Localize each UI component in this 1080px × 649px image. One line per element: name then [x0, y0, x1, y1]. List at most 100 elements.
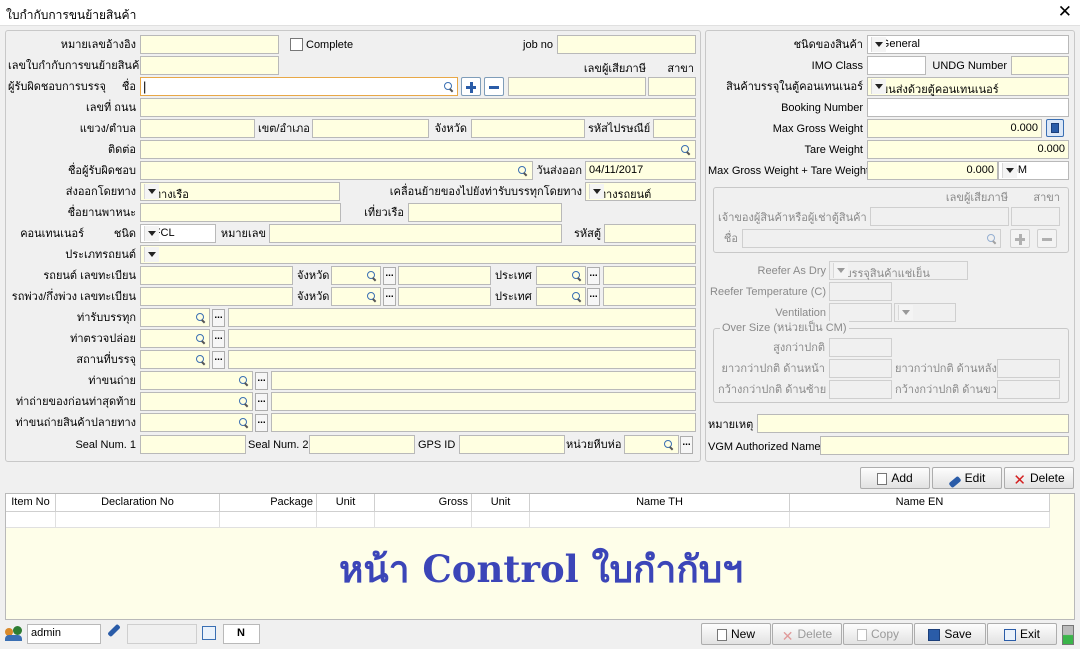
- export-by-select[interactable]: 1-ทางเรือ: [140, 182, 340, 201]
- postcode-input[interactable]: [653, 119, 696, 138]
- rear-input[interactable]: [997, 359, 1060, 378]
- packing-place-name[interactable]: [228, 350, 696, 369]
- car-province-name[interactable]: [398, 266, 491, 285]
- responsible-input[interactable]: [140, 161, 533, 180]
- undg-input[interactable]: [1011, 56, 1069, 75]
- ref-no-input[interactable]: [140, 35, 279, 54]
- search-icon[interactable]: [662, 438, 676, 452]
- search-icon[interactable]: [194, 353, 208, 367]
- chevron-down-icon[interactable]: [871, 79, 886, 94]
- container-type-select[interactable]: 8-FCL: [140, 224, 216, 243]
- more-button[interactable]: ...: [255, 372, 268, 390]
- max-tare-input[interactable]: 0.000: [867, 161, 998, 180]
- more-button[interactable]: ...: [212, 330, 225, 348]
- search-icon[interactable]: [237, 395, 251, 409]
- goods-in-container-select[interactable]: 1-ขนส่งด้วยตู้คอนเทนเนอร์: [867, 77, 1069, 96]
- chevron-down-icon[interactable]: [871, 37, 886, 52]
- exit-button[interactable]: Exit: [987, 623, 1057, 645]
- seal2-input[interactable]: [309, 435, 415, 454]
- trailer-plate-input[interactable]: [140, 287, 293, 306]
- trailer-country-name[interactable]: [603, 287, 696, 306]
- owner-taxid-input[interactable]: [870, 207, 1009, 226]
- more-button[interactable]: ...: [680, 436, 693, 454]
- reefer-temp-input[interactable]: [829, 282, 892, 301]
- col-unit2[interactable]: Unit: [472, 494, 530, 512]
- search-icon[interactable]: [442, 80, 456, 94]
- packer-taxid-input[interactable]: [508, 77, 646, 96]
- calculator-icon[interactable]: [1046, 119, 1064, 137]
- search-icon[interactable]: [516, 164, 530, 178]
- trailer-province-name[interactable]: [398, 287, 491, 306]
- add-packer-button[interactable]: [461, 77, 481, 96]
- container-no-input[interactable]: [269, 224, 562, 243]
- gps-input[interactable]: [459, 435, 565, 454]
- front-input[interactable]: [829, 359, 892, 378]
- booking-input[interactable]: [867, 98, 1069, 117]
- imo-input[interactable]: [867, 56, 926, 75]
- release-port-name[interactable]: [228, 329, 696, 348]
- chevron-down-icon[interactable]: [144, 226, 159, 241]
- vgm-input[interactable]: [820, 436, 1069, 455]
- car-country-name[interactable]: [603, 266, 696, 285]
- chevron-down-icon[interactable]: [1002, 163, 1017, 178]
- search-icon[interactable]: [237, 374, 251, 388]
- more-button[interactable]: ...: [212, 309, 225, 327]
- more-button[interactable]: ...: [383, 288, 396, 306]
- vehicle-type-select[interactable]: [140, 245, 696, 264]
- ventilation-input[interactable]: [829, 303, 892, 322]
- chevron-down-icon[interactable]: [589, 164, 603, 178]
- container-code-input[interactable]: [604, 224, 696, 243]
- more-button[interactable]: ...: [255, 393, 268, 411]
- add-detail-button[interactable]: Add: [860, 467, 930, 489]
- edit-detail-button[interactable]: Edit: [932, 467, 1002, 489]
- reefer-dry-select[interactable]: N-บรรจุสินค้าแช่เย็น: [829, 261, 968, 280]
- copy-button[interactable]: Copy: [843, 623, 913, 645]
- search-icon[interactable]: [570, 269, 584, 283]
- search-icon[interactable]: [194, 332, 208, 346]
- max-gross-input[interactable]: 0.000: [867, 119, 1042, 138]
- new-button[interactable]: New: [701, 623, 771, 645]
- more-button[interactable]: ...: [383, 267, 396, 285]
- delete-detail-button[interactable]: ✕ Delete: [1004, 467, 1074, 489]
- col-gross[interactable]: Gross: [375, 494, 472, 512]
- save-button[interactable]: Save: [914, 623, 986, 645]
- ventilation-unit-select[interactable]: [894, 303, 956, 322]
- more-button[interactable]: ...: [255, 414, 268, 432]
- packer-branch-input[interactable]: [648, 77, 696, 96]
- chevron-down-icon[interactable]: [144, 247, 159, 262]
- vehicle-name-input[interactable]: [140, 203, 341, 222]
- car-plate-input[interactable]: [140, 266, 293, 285]
- tare-input[interactable]: 0.000: [867, 140, 1069, 159]
- discharge-port-name[interactable]: [271, 371, 696, 390]
- voyage-input[interactable]: [408, 203, 562, 222]
- close-icon[interactable]: ✕: [1058, 2, 1072, 22]
- add-owner-button[interactable]: [1010, 229, 1030, 248]
- move-to-port-select[interactable]: 3-ทางรถยนต์: [585, 182, 696, 201]
- chevron-down-icon[interactable]: [898, 305, 913, 320]
- owner-branch-input[interactable]: [1011, 207, 1060, 226]
- remark-input[interactable]: [757, 414, 1069, 433]
- contact-input[interactable]: [140, 140, 696, 159]
- more-button[interactable]: ...: [587, 288, 600, 306]
- chevron-down-icon[interactable]: [833, 263, 848, 278]
- address-input[interactable]: [140, 98, 696, 117]
- left-input[interactable]: [829, 380, 892, 399]
- owner-name-input[interactable]: [742, 229, 1001, 248]
- search-icon[interactable]: [237, 416, 251, 430]
- district-input[interactable]: [312, 119, 429, 138]
- remove-packer-button[interactable]: [484, 77, 504, 96]
- detail-grid[interactable]: Item No Declaration No Package Unit Gros…: [5, 493, 1075, 620]
- search-icon[interactable]: [365, 290, 379, 304]
- remove-owner-button[interactable]: [1037, 229, 1057, 248]
- job-no-input[interactable]: [557, 35, 696, 54]
- complete-checkbox[interactable]: [290, 38, 303, 51]
- subdistrict-input[interactable]: [140, 119, 255, 138]
- search-icon[interactable]: [194, 311, 208, 325]
- packer-name-input[interactable]: |: [140, 77, 458, 96]
- table-row[interactable]: [6, 512, 56, 528]
- more-button[interactable]: ...: [212, 351, 225, 369]
- seal1-input[interactable]: [140, 435, 246, 454]
- transship-port-name[interactable]: [271, 392, 696, 411]
- col-item-no[interactable]: Item No: [6, 494, 56, 512]
- search-icon[interactable]: [570, 290, 584, 304]
